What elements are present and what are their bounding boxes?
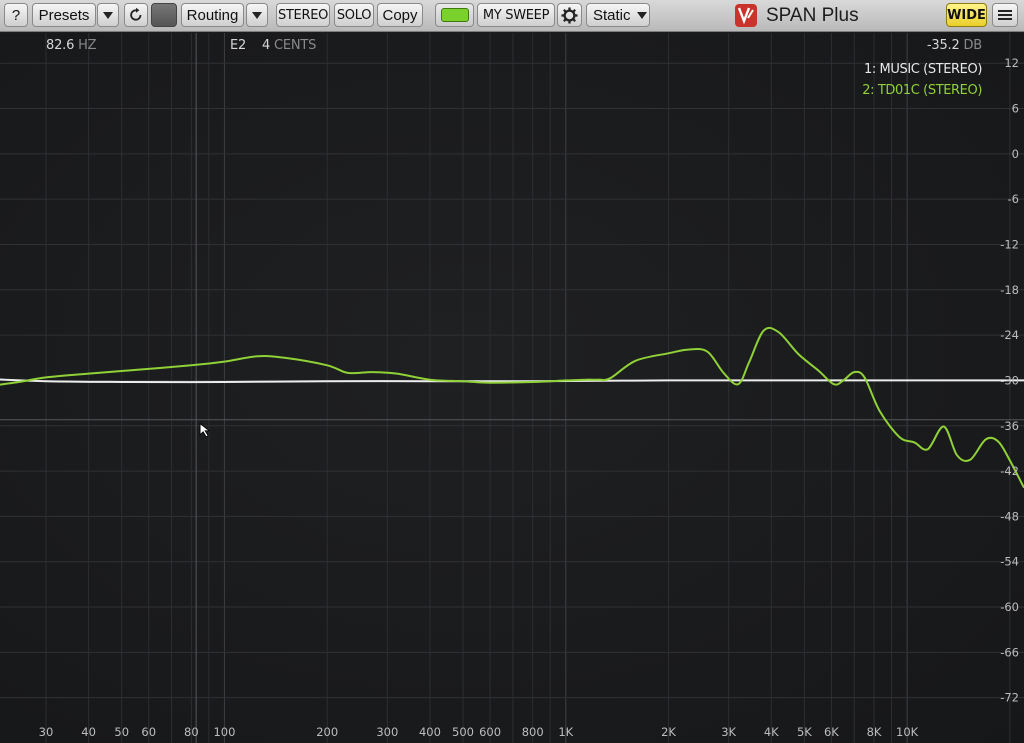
y-tick-label: -72	[1000, 691, 1019, 705]
stereo-label: STEREO	[277, 7, 329, 23]
x-tick-label: 6K	[824, 725, 839, 739]
y-tick-label: -66	[1000, 645, 1019, 659]
y-tick-label: -36	[1000, 419, 1019, 433]
y-tick-label: -42	[1000, 464, 1019, 478]
status-led-icon	[440, 8, 469, 22]
solo-button[interactable]: SOLO	[334, 3, 374, 27]
x-tick-label: 40	[81, 725, 96, 739]
series-line-td01c	[0, 326, 1024, 489]
x-tick-label: 10K	[896, 725, 919, 739]
copy-label: Copy	[382, 6, 418, 24]
toolbar: ? Presets Routing STEREO SOLO Copy MY SW…	[0, 0, 1024, 32]
x-tick-label: 3K	[721, 725, 736, 739]
mode-label: Static	[593, 6, 631, 24]
gear-icon	[561, 6, 578, 24]
channel-selector-button[interactable]	[151, 3, 177, 27]
x-tick-label: 500	[452, 725, 474, 739]
chevron-down-icon	[636, 11, 647, 19]
sweep-label: MY SWEEP	[482, 7, 550, 23]
y-tick-label: -24	[1000, 328, 1019, 342]
help-label: ?	[11, 6, 21, 24]
x-tick-label: 300	[376, 725, 398, 739]
frequency-unit: HZ	[78, 38, 97, 53]
x-tick-label: 8K	[867, 725, 882, 739]
frequency-readout: 82.6 HZ	[46, 38, 97, 53]
x-tick-label: 4K	[764, 725, 779, 739]
x-tick-label: 1K	[558, 725, 573, 739]
menu-button[interactable]	[992, 3, 1018, 27]
spectrum-plot[interactable]: 30 40 50 60 80 100 200 300 400 500 600 800 1K 2K 3K 4K 5…	[0, 33, 1024, 743]
wide-label: WIDE	[947, 7, 986, 23]
legend-item-music[interactable]: 1: MUSIC (STEREO)	[864, 62, 982, 77]
reset-button[interactable]	[124, 3, 148, 27]
x-tick-label: 800	[522, 725, 544, 739]
spectrum-display[interactable]: 30 40 50 60 80 100 200 300 400 500 600 800 1K 2K 3K 4K 5…	[0, 33, 1024, 743]
routing-dropdown-button[interactable]	[246, 3, 268, 27]
x-tick-label: 60	[141, 725, 156, 739]
y-tick-label: 12	[1004, 56, 1019, 70]
level-unit: DB	[963, 38, 982, 53]
stereo-button[interactable]: STEREO	[276, 3, 330, 27]
x-tick-label: 600	[479, 725, 501, 739]
cents-unit: CENTS	[273, 38, 317, 53]
presets-dropdown-button[interactable]	[97, 3, 119, 27]
presets-button[interactable]: Presets	[32, 3, 96, 27]
presets-label: Presets	[38, 6, 90, 24]
level-readout: -35.2 DB	[927, 38, 982, 53]
wide-button[interactable]: WIDE	[946, 3, 987, 27]
y-tick-label: -18	[1000, 283, 1019, 297]
x-tick-label: 400	[419, 725, 441, 739]
x-tick-label: 2K	[661, 725, 676, 739]
x-tick-label: 5K	[797, 725, 812, 739]
level-value: -35.2	[926, 38, 960, 53]
y-tick-label: 0	[1012, 147, 1019, 161]
y-tick-label: 6	[1012, 102, 1019, 116]
chevron-down-icon	[103, 11, 113, 19]
vst-logo-icon	[735, 4, 757, 27]
solo-label: SOLO	[336, 7, 372, 23]
copy-button[interactable]: Copy	[377, 3, 423, 27]
frequency-value: 82.6	[46, 38, 75, 53]
cents-value: 4	[261, 38, 271, 53]
frequency-axis: 30 40 50 60 80 100 200 300 400 500 600 800 1K 2K 3K 4K 5…	[39, 725, 919, 739]
spectrum-curves	[0, 326, 1024, 489]
x-tick-label: 50	[114, 725, 129, 739]
routing-button[interactable]: Routing	[181, 3, 244, 27]
y-tick-label: -60	[1000, 600, 1019, 614]
legend-item-td01c[interactable]: 2: TD01C (STEREO)	[862, 83, 982, 98]
routing-label: Routing	[186, 6, 239, 24]
mode-select[interactable]: Static	[586, 3, 650, 27]
x-tick-label: 30	[39, 725, 54, 739]
y-tick-label: -6	[1008, 192, 1019, 206]
my-sweep-button[interactable]: MY SWEEP	[477, 3, 555, 27]
chevron-down-icon	[252, 11, 262, 19]
note-readout: E2 4 CENTS	[230, 38, 316, 53]
app-title: SPAN Plus	[766, 5, 859, 26]
note-value: E2	[230, 38, 247, 53]
y-tick-label: -48	[1000, 509, 1019, 523]
y-tick-label: -12	[1000, 237, 1019, 251]
y-tick-label: -30	[1000, 373, 1019, 387]
x-tick-label: 80	[184, 725, 199, 739]
help-button[interactable]: ?	[4, 3, 28, 27]
group-toggle-button[interactable]	[435, 3, 474, 27]
x-tick-label: 100	[213, 725, 235, 739]
settings-button[interactable]	[557, 3, 582, 27]
y-tick-label: -54	[1000, 555, 1019, 569]
hamburger-menu-icon	[998, 8, 1012, 22]
undo-icon	[130, 7, 142, 21]
x-tick-label: 200	[316, 725, 338, 739]
